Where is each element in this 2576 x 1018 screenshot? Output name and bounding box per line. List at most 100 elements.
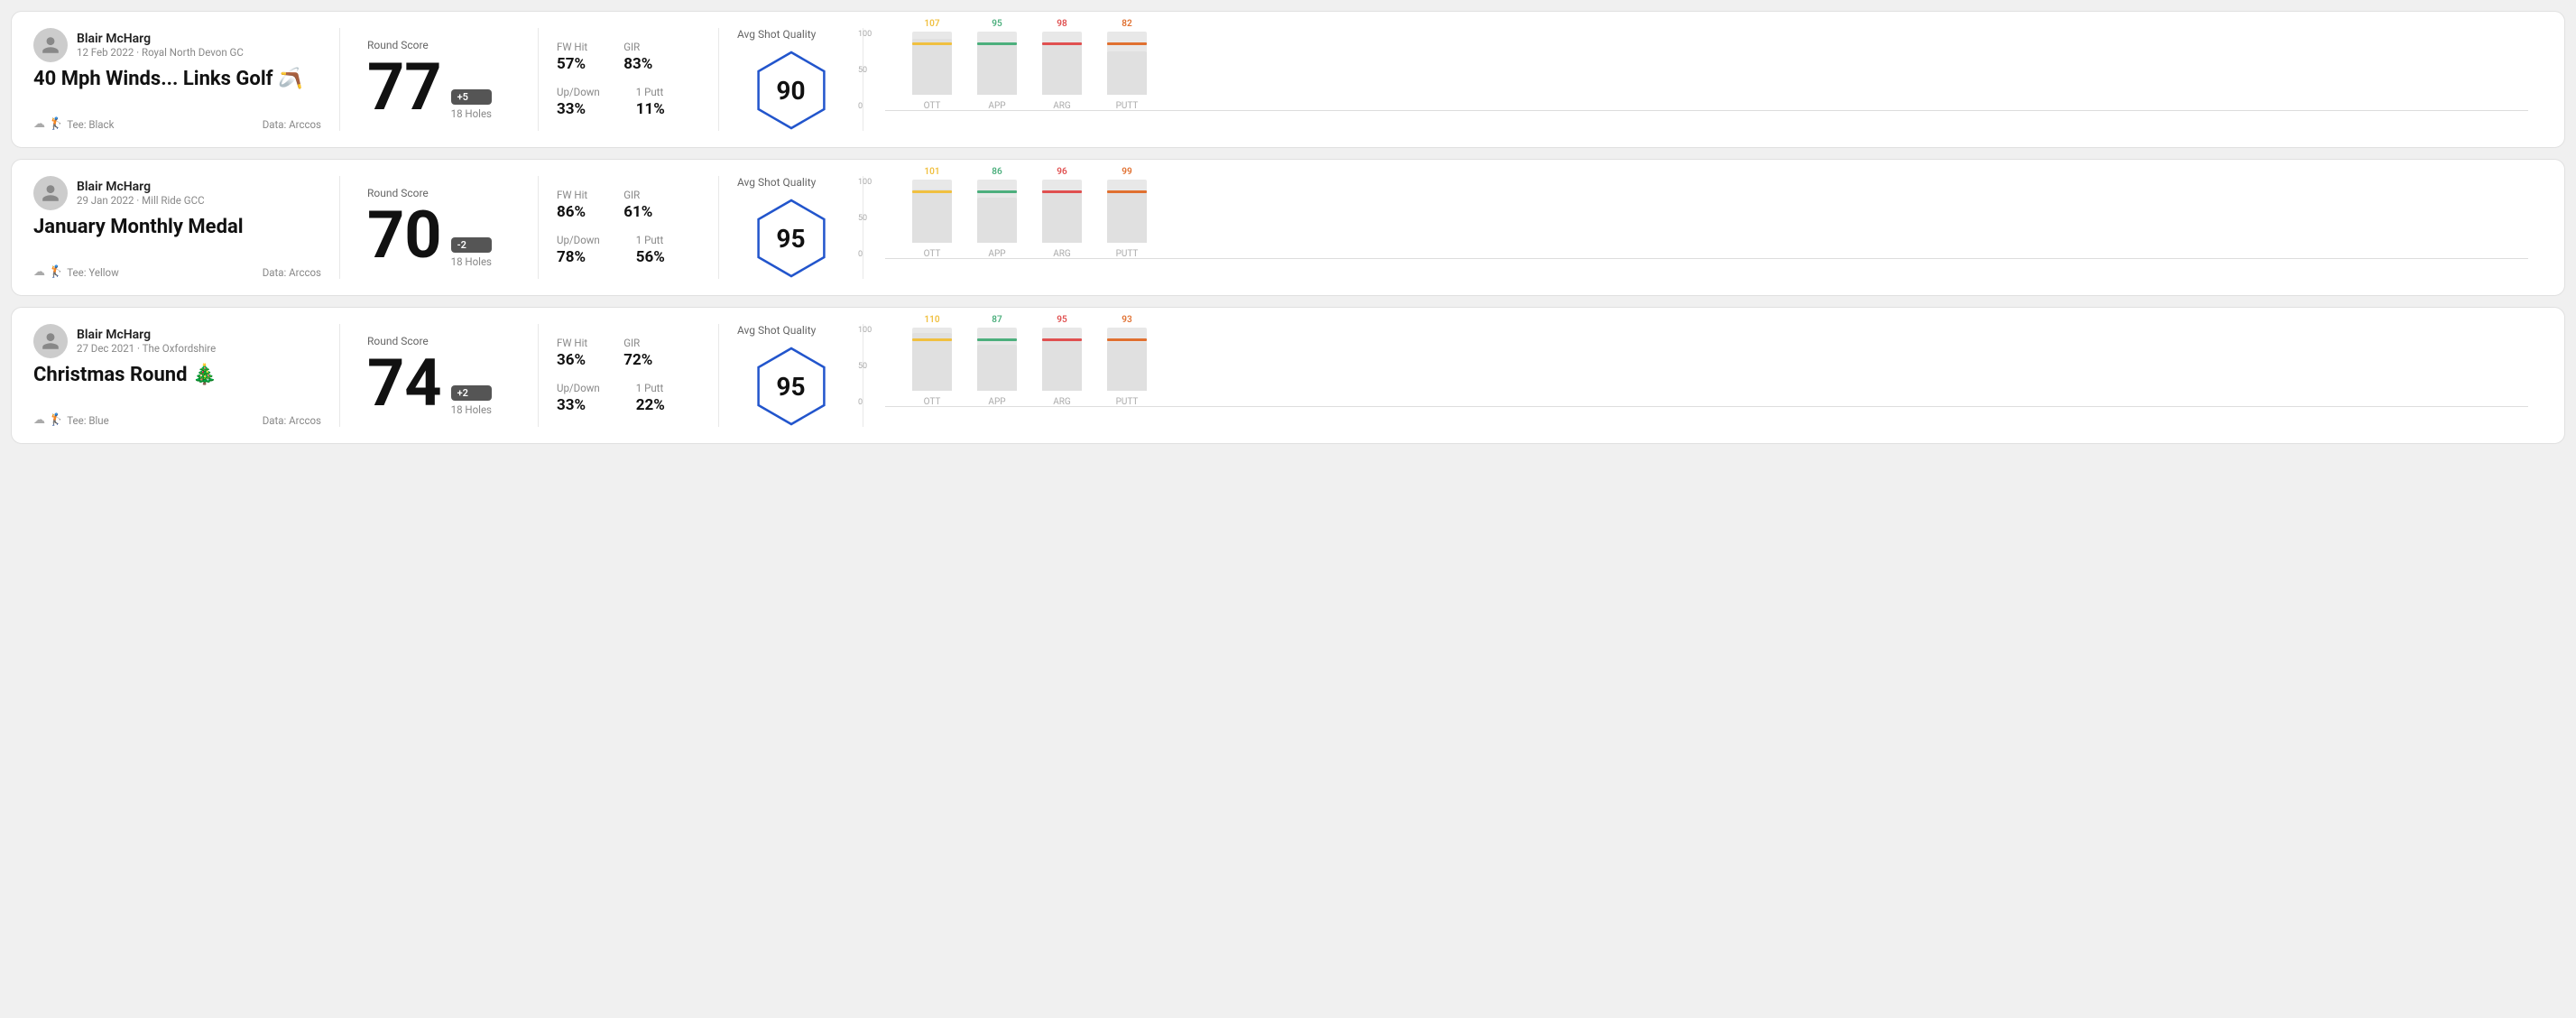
cloud-icon: ☁ (33, 413, 45, 427)
tee-label: Tee: Blue (67, 414, 109, 427)
fw-hit-stat: FW Hit 57% (557, 41, 587, 73)
user-info: Blair McHarg 27 Dec 2021 · The Oxfordshi… (77, 328, 216, 355)
chart-section: 100500 101 OTT 86 APP 96 (863, 176, 2543, 279)
fw-hit-value: 36% (557, 351, 587, 369)
tee-info: ☁ 🏌 Tee: Black (33, 117, 114, 131)
bar-group-arg: 95 ARG (1042, 315, 1082, 407)
bag-icon: 🏌 (49, 265, 63, 279)
footer-row: ☁ 🏌 Tee: Black Data: Arccos (33, 117, 321, 131)
user-info: Blair McHarg 12 Feb 2022 · Royal North D… (77, 32, 244, 59)
stats-row-top: FW Hit 57% GIR 83% (557, 41, 700, 73)
user-info: Blair McHarg 29 Jan 2022 · Mill Ride GCC (77, 180, 205, 207)
left-section: Blair McHarg 27 Dec 2021 · The Oxfordshi… (33, 324, 340, 427)
round-card-3: Blair McHarg 27 Dec 2021 · The Oxfordshi… (11, 307, 2565, 444)
stats-row-top: FW Hit 36% GIR 72% (557, 337, 700, 369)
avatar (33, 324, 68, 358)
hexagon-score: 95 (776, 372, 805, 402)
bar-group-app: 95 APP (977, 19, 1017, 111)
score-value: 70 (367, 203, 442, 268)
user-name: Blair McHarg (77, 328, 216, 342)
oneputt-label: 1 Putt (636, 86, 665, 98)
tee-label: Tee: Black (67, 118, 114, 131)
gir-label: GIR (623, 337, 652, 349)
updown-value: 33% (557, 396, 600, 414)
updown-value: 78% (557, 248, 600, 266)
updown-stat: Up/Down 33% (557, 86, 600, 118)
data-source: Data: Arccos (263, 414, 321, 427)
bar-group-arg: 96 ARG (1042, 167, 1082, 259)
score-badge: +2 (451, 385, 492, 401)
user-icon (41, 183, 60, 203)
gir-label: GIR (623, 41, 652, 53)
date-course: 27 Dec 2021 · The Oxfordshire (77, 342, 216, 355)
fw-hit-value: 86% (557, 203, 587, 221)
stats-row-bottom: Up/Down 33% 1 Putt 11% (557, 86, 700, 118)
round-card-1: Blair McHarg 12 Feb 2022 · Royal North D… (11, 11, 2565, 148)
oneputt-value: 56% (636, 248, 665, 266)
fw-hit-label: FW Hit (557, 337, 587, 349)
round-title: January Monthly Medal (33, 216, 321, 238)
tee-info: ☁ 🏌 Tee: Blue (33, 413, 109, 427)
bar-group-app: 86 APP (977, 167, 1017, 259)
stats-section: FW Hit 57% GIR 83% Up/Down 33% 1 Putt 11… (539, 28, 719, 131)
score-badge: -2 (451, 237, 492, 253)
holes-label: 18 Holes (451, 107, 492, 120)
oneputt-stat: 1 Putt 22% (636, 382, 665, 414)
score-section: Round Score 74 +2 18 Holes (340, 324, 539, 427)
oneputt-value: 22% (636, 396, 665, 414)
updown-label: Up/Down (557, 382, 600, 394)
quality-section: Avg Shot Quality 90 (719, 28, 863, 131)
score-row: 74 +2 18 Holes (367, 351, 511, 416)
bar-group-putt: 93 PUTT (1107, 315, 1147, 407)
updown-stat: Up/Down 33% (557, 382, 600, 414)
oneputt-value: 11% (636, 100, 665, 118)
fw-hit-label: FW Hit (557, 189, 587, 201)
updown-label: Up/Down (557, 234, 600, 246)
fw-hit-stat: FW Hit 86% (557, 189, 587, 221)
cloud-icon: ☁ (33, 265, 45, 279)
user-name: Blair McHarg (77, 32, 244, 46)
bar-group-arg: 98 ARG (1042, 19, 1082, 111)
round-card-2: Blair McHarg 29 Jan 2022 · Mill Ride GCC… (11, 159, 2565, 296)
oneputt-stat: 1 Putt 56% (636, 234, 665, 266)
score-value: 77 (367, 55, 442, 120)
score-section: Round Score 70 -2 18 Holes (340, 176, 539, 279)
holes-label: 18 Holes (451, 255, 492, 268)
footer-row: ☁ 🏌 Tee: Yellow Data: Arccos (33, 265, 321, 279)
updown-stat: Up/Down 78% (557, 234, 600, 266)
hexagon-container: 95 (751, 198, 832, 279)
stats-section: FW Hit 36% GIR 72% Up/Down 33% 1 Putt 22… (539, 324, 719, 427)
fw-hit-stat: FW Hit 36% (557, 337, 587, 369)
left-section: Blair McHarg 12 Feb 2022 · Royal North D… (33, 28, 340, 131)
gir-value: 61% (623, 203, 652, 221)
updown-value: 33% (557, 100, 600, 118)
gir-label: GIR (623, 189, 652, 201)
gir-stat: GIR 61% (623, 189, 652, 221)
gir-value: 83% (623, 55, 652, 73)
gir-stat: GIR 72% (623, 337, 652, 369)
stats-row-top: FW Hit 86% GIR 61% (557, 189, 700, 221)
stats-section: FW Hit 86% GIR 61% Up/Down 78% 1 Putt 56… (539, 176, 719, 279)
chart-section: 100500 107 OTT 95 APP 98 (863, 28, 2543, 131)
date-course: 12 Feb 2022 · Royal North Devon GC (77, 46, 244, 59)
user-icon (41, 331, 60, 351)
bar-group-ott: 110 OTT (912, 315, 952, 407)
gir-value: 72% (623, 351, 652, 369)
data-source: Data: Arccos (263, 266, 321, 279)
user-icon (41, 35, 60, 55)
bag-icon: 🏌 (49, 117, 63, 131)
quality-label: Avg Shot Quality (737, 28, 816, 41)
hexagon-container: 95 (751, 346, 832, 427)
fw-hit-value: 57% (557, 55, 587, 73)
chart-section: 100500 110 OTT 87 APP 95 (863, 324, 2543, 427)
score-badge-holes: +5 18 Holes (451, 89, 492, 120)
stats-row-bottom: Up/Down 33% 1 Putt 22% (557, 382, 700, 414)
quality-section: Avg Shot Quality 95 (719, 176, 863, 279)
tee-info: ☁ 🏌 Tee: Yellow (33, 265, 119, 279)
user-row: Blair McHarg 27 Dec 2021 · The Oxfordshi… (33, 324, 321, 358)
gir-stat: GIR 83% (623, 41, 652, 73)
holes-label: 18 Holes (451, 403, 492, 416)
data-source: Data: Arccos (263, 118, 321, 131)
score-badge: +5 (451, 89, 492, 105)
score-row: 70 -2 18 Holes (367, 203, 511, 268)
